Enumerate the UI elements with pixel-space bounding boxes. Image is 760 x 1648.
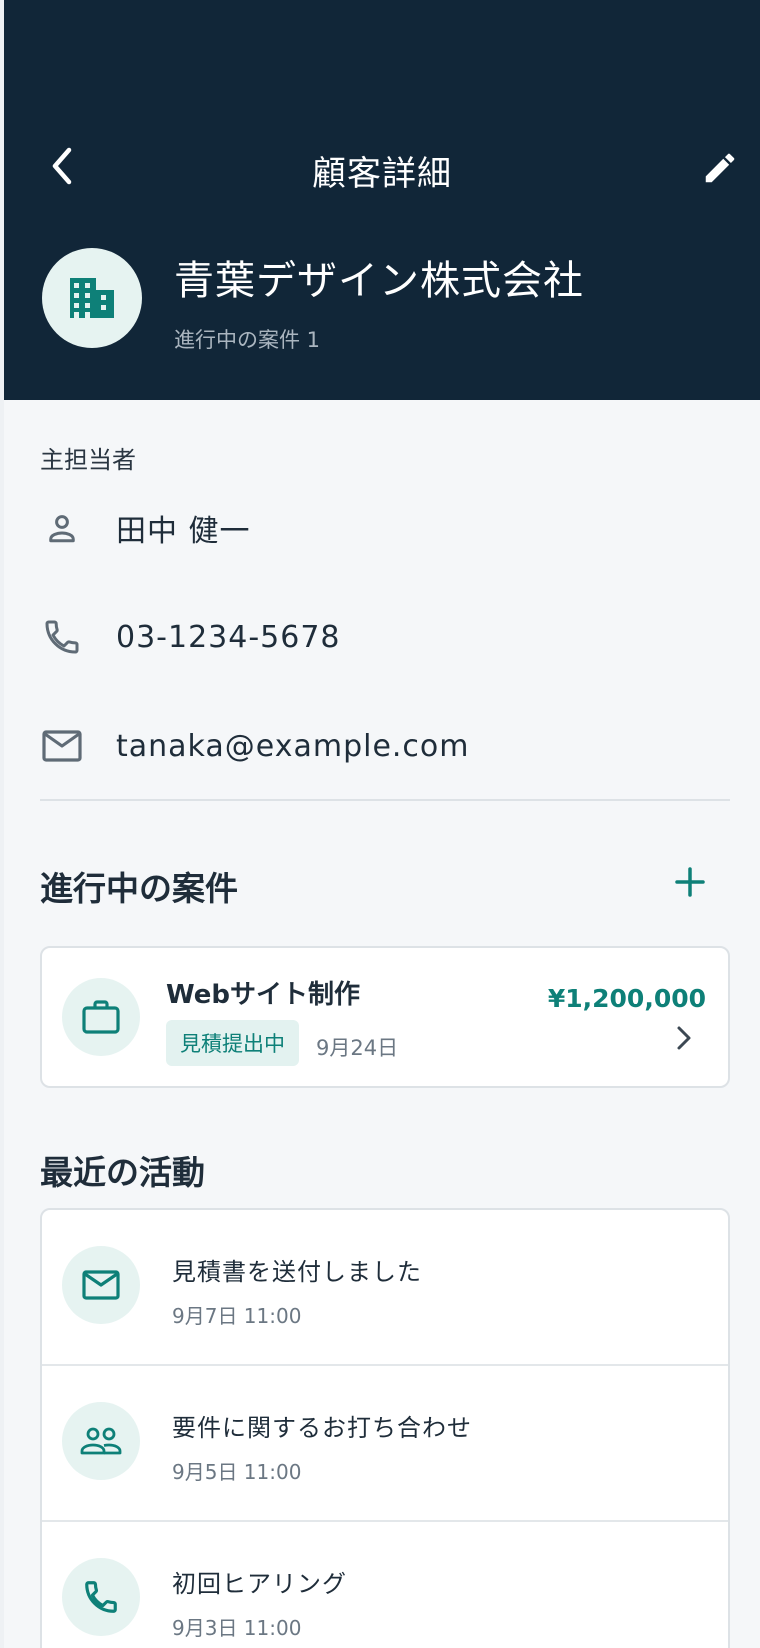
activity-time: 9月3日 11:00 <box>172 1616 302 1640</box>
cases-section-title: 進行中の案件 <box>40 869 238 908</box>
activity-time: 9月7日 11:00 <box>172 1304 302 1328</box>
plus-icon <box>675 867 705 897</box>
case-card[interactable]: Webサイト制作 見積提出中 9月24日 ¥1,200,000 <box>40 946 730 1088</box>
activity-time: 9月5日 11:00 <box>172 1460 302 1484</box>
person-icon <box>40 506 84 550</box>
activities-section-title: 最近の活動 <box>40 1153 205 1192</box>
contact-phone-row[interactable]: 03-1234-5678 <box>40 607 730 667</box>
divider <box>40 799 730 801</box>
customer-detail-screen: 顧客詳細 青葉デザイン株式会社 進行中の案件 1 主担当者 田中 健一 03-1… <box>4 0 760 1648</box>
activity-list: 見積書を送付しました 9月7日 11:00 要件に関するお打ち合わせ 9月5日 … <box>40 1208 730 1648</box>
add-case-button[interactable] <box>670 862 710 902</box>
activity-item[interactable]: 要件に関するお打ち合わせ 9月5日 11:00 <box>42 1366 728 1522</box>
company-avatar <box>42 248 142 348</box>
case-title: Webサイト制作 <box>166 980 360 1010</box>
contact-phone[interactable]: 03-1234-5678 <box>116 620 341 655</box>
people-icon <box>80 1427 122 1455</box>
activity-title: 初回ヒアリング <box>172 1570 347 1598</box>
people-icon-circle <box>62 1402 140 1480</box>
contact-email[interactable]: tanaka@example.com <box>116 729 470 764</box>
company-name: 青葉デザイン株式会社 <box>174 258 584 304</box>
mail-icon-circle <box>62 1246 140 1324</box>
contact-email-row[interactable]: tanaka@example.com <box>40 716 730 776</box>
contact-person-row: 田中 健一 <box>40 498 730 558</box>
edit-button[interactable] <box>696 144 744 192</box>
briefcase-icon-circle <box>62 978 140 1056</box>
chevron-right-icon <box>677 1026 691 1050</box>
phone-icon-circle <box>62 1558 140 1636</box>
phone-icon <box>40 615 84 659</box>
page-title: 顧客詳細 <box>312 154 452 194</box>
phone-icon <box>85 1581 117 1613</box>
contact-person-name: 田中 健一 <box>116 514 251 549</box>
building-icon <box>70 278 114 318</box>
case-status-badge: 見積提出中 <box>166 1020 299 1066</box>
company-subtitle: 進行中の案件 1 <box>174 328 321 352</box>
activity-item[interactable]: 初回ヒアリング 9月3日 11:00 <box>42 1522 728 1648</box>
case-amount: ¥1,200,000 <box>547 984 706 1013</box>
contact-section-label: 主担当者 <box>40 446 136 474</box>
pencil-icon <box>705 153 735 183</box>
activity-item[interactable]: 見積書を送付しました 9月7日 11:00 <box>42 1210 728 1366</box>
mail-icon <box>82 1270 120 1300</box>
activity-title: 要件に関するお打ち合わせ <box>172 1414 472 1442</box>
activity-title: 見積書を送付しました <box>172 1258 422 1286</box>
header: 顧客詳細 青葉デザイン株式会社 進行中の案件 1 <box>4 0 760 400</box>
case-date: 9月24日 <box>316 1036 399 1060</box>
mail-icon <box>40 724 84 768</box>
briefcase-icon <box>82 1000 120 1034</box>
